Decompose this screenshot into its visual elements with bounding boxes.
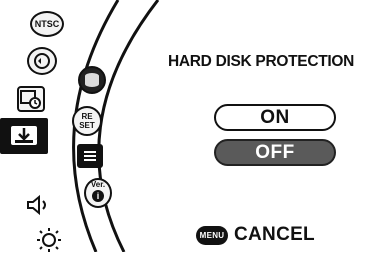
wave-settings-icon[interactable] bbox=[27, 47, 57, 75]
option-off-button[interactable]: OFF bbox=[214, 139, 336, 166]
reset-icon[interactable]: RE SET bbox=[72, 106, 102, 136]
clock-settings-icon[interactable] bbox=[17, 86, 45, 112]
version-icon-label: Ver. bbox=[90, 180, 106, 189]
disk-save-glyph bbox=[11, 126, 37, 145]
hard-disk-icon[interactable] bbox=[78, 66, 106, 94]
speaker-glyph bbox=[27, 194, 46, 216]
option-on-button[interactable]: ON bbox=[214, 104, 336, 131]
brightness-glyph bbox=[37, 228, 61, 252]
version-info-icon[interactable]: Ver. i bbox=[84, 178, 112, 208]
menu-button-icon: MENU bbox=[196, 225, 228, 245]
speaker-icon[interactable] bbox=[24, 193, 52, 217]
brightness-icon[interactable] bbox=[34, 226, 64, 252]
ntsc-icon-label: NTSC bbox=[34, 19, 60, 29]
hard-disk-glyph bbox=[85, 73, 99, 87]
page-title: HARD DISK PROTECTION bbox=[168, 53, 355, 70]
cancel-control[interactable]: MENU CANCEL bbox=[196, 224, 315, 246]
list-icon[interactable] bbox=[77, 144, 103, 168]
list-glyph bbox=[84, 151, 96, 161]
menu-screen: NTSC RE SET Ver. i HARD DISK PROTECTION … bbox=[0, 0, 375, 252]
disk-save-icon[interactable] bbox=[0, 118, 48, 154]
wave-glyph bbox=[34, 53, 50, 69]
clock-glyph bbox=[20, 90, 41, 109]
info-dot: i bbox=[92, 190, 104, 202]
reset-icon-label: RE SET bbox=[79, 112, 95, 130]
ntsc-icon[interactable]: NTSC bbox=[30, 11, 64, 37]
cancel-label: CANCEL bbox=[234, 224, 315, 245]
